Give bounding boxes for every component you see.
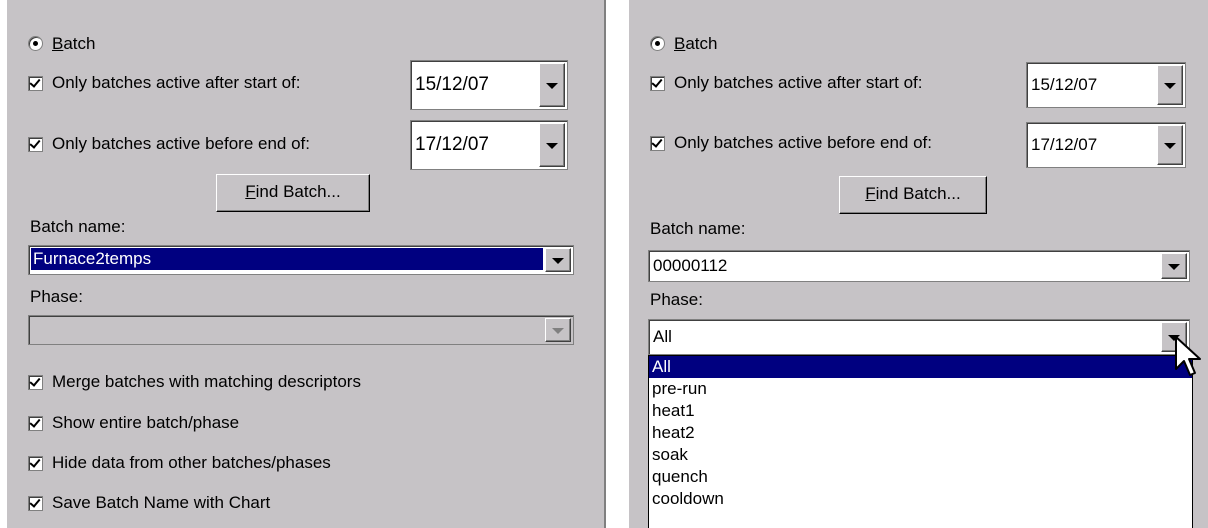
save-name-checkbox[interactable]: [28, 496, 43, 511]
phase-option-quench[interactable]: quench: [649, 466, 1192, 488]
find-batch-button[interactable]: Find Batch...: [216, 174, 370, 212]
phase-option-heat2[interactable]: heat2: [649, 422, 1192, 444]
only-before-checkbox[interactable]: [650, 136, 665, 151]
end-date-combo[interactable]: 17/12/07: [1026, 122, 1186, 168]
phase-dropdown-button: [545, 318, 571, 342]
batch-name-label: Batch name:: [30, 217, 126, 236]
merge-checkbox[interactable]: [28, 375, 43, 390]
start-date-dropdown-button[interactable]: [539, 63, 565, 107]
phase-label: Phase:: [650, 290, 703, 309]
phase-combo[interactable]: All: [648, 319, 1190, 355]
end-date-dropdown-button[interactable]: [1157, 125, 1183, 165]
batch-name-value: Furnace2temps: [31, 248, 543, 270]
save-name-label: Save Batch Name with Chart: [52, 493, 271, 512]
end-date-value: 17/12/07: [415, 134, 489, 155]
end-date-dropdown-button[interactable]: [539, 123, 565, 167]
phase-combo-disabled: [28, 315, 574, 345]
end-date-value: 17/12/07: [1031, 135, 1098, 154]
hide-data-checkbox[interactable]: [28, 456, 43, 471]
batch-name-dropdown-button[interactable]: [545, 248, 571, 272]
show-entire-checkbox[interactable]: [28, 416, 43, 431]
start-date-combo[interactable]: 15/12/07: [410, 60, 568, 110]
batch-radio[interactable]: [28, 36, 43, 51]
phase-label: Phase:: [30, 287, 83, 306]
only-after-checkbox[interactable]: [28, 76, 43, 91]
batch-name-combo[interactable]: Furnace2temps: [28, 245, 574, 275]
start-date-value: 15/12/07: [415, 74, 489, 95]
batch-radio-label: Batch: [52, 34, 96, 53]
phase-option-soak[interactable]: soak: [649, 444, 1192, 466]
merge-label: Merge batches with matching descriptors: [52, 372, 361, 391]
start-date-combo[interactable]: 15/12/07: [1026, 62, 1186, 108]
end-date-combo[interactable]: 17/12/07: [410, 120, 568, 170]
only-after-label: Only batches active after start of:: [674, 73, 923, 92]
only-before-checkbox[interactable]: [28, 137, 43, 152]
mouse-pointer-icon: [1175, 336, 1201, 376]
only-before-label: Only batches active before end of:: [674, 133, 932, 152]
phase-dropdown-list[interactable]: All pre-run heat1 heat2 soak quench cool…: [648, 355, 1193, 528]
start-date-value: 15/12/07: [1031, 75, 1098, 94]
phase-option-heat1[interactable]: heat1: [649, 400, 1192, 422]
batch-radio[interactable]: [650, 36, 665, 51]
batch-name-label: Batch name:: [650, 219, 746, 238]
phase-option-all[interactable]: All: [649, 356, 1192, 378]
show-entire-label: Show entire batch/phase: [52, 413, 240, 432]
batch-name-dropdown-button[interactable]: [1161, 253, 1187, 279]
only-after-checkbox[interactable]: [650, 76, 665, 91]
phase-value: All: [653, 327, 672, 346]
phase-option-cooldown[interactable]: cooldown: [649, 488, 1192, 510]
find-batch-button[interactable]: Find Batch...: [839, 176, 987, 214]
batch-name-value: 00000112: [653, 256, 728, 275]
hide-data-label: Hide data from other batches/phases: [52, 453, 331, 472]
only-before-label: Only batches active before end of:: [52, 134, 310, 153]
batch-name-combo[interactable]: 00000112: [648, 250, 1190, 282]
batch-radio-label: Batch: [674, 34, 718, 53]
right-panel: Batch Only batches active after start of…: [628, 0, 1208, 528]
only-after-label: Only batches active after start of:: [52, 73, 301, 92]
phase-option-pre-run[interactable]: pre-run: [649, 378, 1192, 400]
left-panel: Batch Only batches active after start of…: [6, 0, 606, 528]
start-date-dropdown-button[interactable]: [1157, 65, 1183, 105]
